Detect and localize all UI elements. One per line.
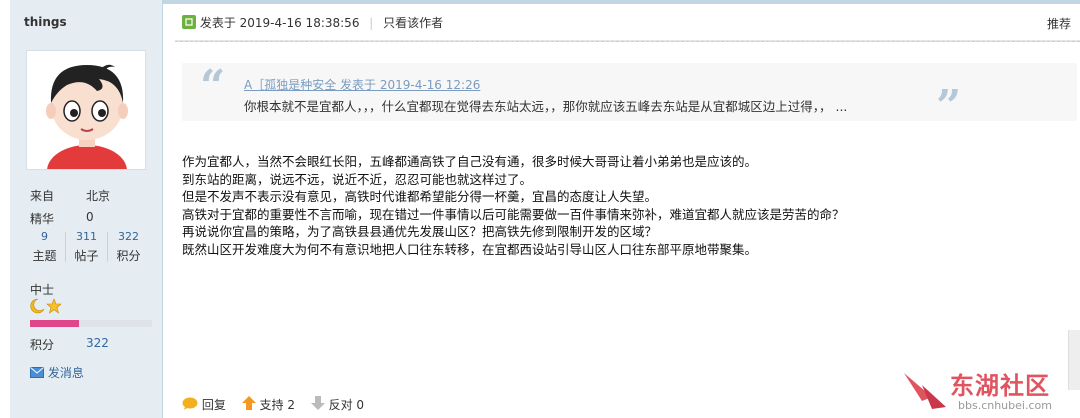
stat-posts-label: 帖子 — [74, 249, 99, 263]
post-header: 发表于 2019-4-16 18:38:56 | 只看该作者 — [182, 14, 443, 30]
site-logo-icon — [904, 373, 946, 409]
content-line: 但是不发声不表示没有意见，高铁时代谁都希望能分得一杯羹，宜昌的态度让人失望。 — [182, 189, 658, 204]
essence-label: 精华 — [30, 212, 55, 226]
rank-icons — [30, 298, 64, 317]
support-button[interactable]: 支持 2 — [241, 396, 295, 413]
reply-icon — [182, 397, 198, 410]
header-divider — [175, 40, 1080, 42]
points-label: 积分 — [30, 338, 55, 352]
recommend-link[interactable]: 推荐 — [1047, 15, 1071, 32]
author-username[interactable]: things — [24, 15, 67, 29]
only-author-link[interactable]: 只看该作者 — [383, 16, 443, 30]
content-line: 作为宜都人，当然不会眼红长阳，五峰都通高铁了自己没有通，很多时候大哥哥让着小弟弟… — [182, 154, 758, 169]
support-label: 支持 2 — [259, 398, 295, 412]
stat-posts[interactable]: 311 帖子 — [66, 230, 107, 264]
from-label: 来自 — [30, 189, 55, 203]
content-line: 高铁对于宜都的重要性不言而喻，现在错过一件事情以后可能需要做一百件事情来弥补，难… — [182, 206, 845, 222]
from-value: 北京 — [86, 189, 111, 203]
stat-threads-value: 9 — [41, 230, 48, 243]
author-stats: 9 主题 311 帖子 322 积分 — [24, 230, 148, 268]
rank-title: 中士 — [30, 283, 55, 297]
post-date: 发表于 2019-4-16 18:38:56 — [199, 16, 360, 30]
thumb-down-arrow-icon — [310, 396, 325, 410]
site-url: bbs.cnhubei.com — [958, 399, 1052, 412]
essence-value: 0 — [86, 210, 94, 224]
stat-points-label: 积分 — [116, 249, 141, 263]
content-line: 既然山区开发难度大为何不有意识地把人口往东转移，在宜都西设站引导山区人口往东部平… — [182, 241, 758, 257]
stat-points-value: 322 — [118, 230, 139, 243]
send-message-link[interactable]: 发消息 — [30, 364, 84, 381]
stat-posts-value: 311 — [76, 230, 97, 243]
oppose-label: 反对 0 — [328, 398, 365, 412]
online-status-icon — [182, 15, 196, 32]
stat-threads[interactable]: 9 主题 — [24, 230, 65, 264]
site-name: 东湖社区 — [950, 372, 1050, 400]
site-watermark: 东湖社区 bbs.cnhubei.com — [900, 365, 1080, 418]
level-progress-bar — [30, 320, 152, 327]
stat-points[interactable]: 322 积分 — [108, 230, 149, 264]
avatar[interactable] — [26, 50, 146, 197]
post-actions: 回复 支持 2 反对 0 — [182, 396, 364, 413]
post-content: 作为宜都人，当然不会眼红长阳，五峰都通高铁了自己没有通，很多时候大哥哥让着小弟弟… — [182, 153, 845, 258]
quote-source-link[interactable]: A［孤独是种安全 发表于 2019-4-16 12:26 — [244, 76, 480, 93]
avatar-illustration — [27, 51, 145, 197]
quote-text: 你根本就不是宜都人，，，什么宜都现在觉得去东站太远，，那你就应该五峰去东站是从宜… — [244, 99, 848, 114]
reply-button[interactable]: 回复 — [182, 396, 226, 413]
open-quote-icon: “ — [200, 61, 226, 112]
envelope-icon — [30, 367, 44, 378]
close-quote-icon: ” — [936, 81, 962, 132]
stat-threads-label: 主题 — [32, 249, 57, 263]
level-progress-fill — [30, 320, 79, 327]
send-message-label: 发消息 — [47, 366, 84, 380]
header-separator: | — [369, 16, 374, 30]
thumb-up-arrow-icon — [241, 396, 256, 410]
reply-label: 回复 — [201, 398, 226, 412]
content-line: 再说说你宜昌的策略，为了高铁县县通优先发展山区？把高铁先修到限制开发的区域？ — [182, 224, 658, 239]
quote-block: “ A［孤独是种安全 发表于 2019-4-16 12:26 你根本就不是宜都人… — [182, 61, 1077, 129]
points-value[interactable]: 322 — [86, 336, 109, 350]
top-border — [10, 0, 1080, 4]
content-line: 到东站的距离，说远不远，说近不近，忍忍可能也就这样过了。 — [182, 171, 533, 187]
oppose-button[interactable]: 反对 0 — [310, 396, 365, 413]
moon-star-icon — [30, 298, 62, 314]
